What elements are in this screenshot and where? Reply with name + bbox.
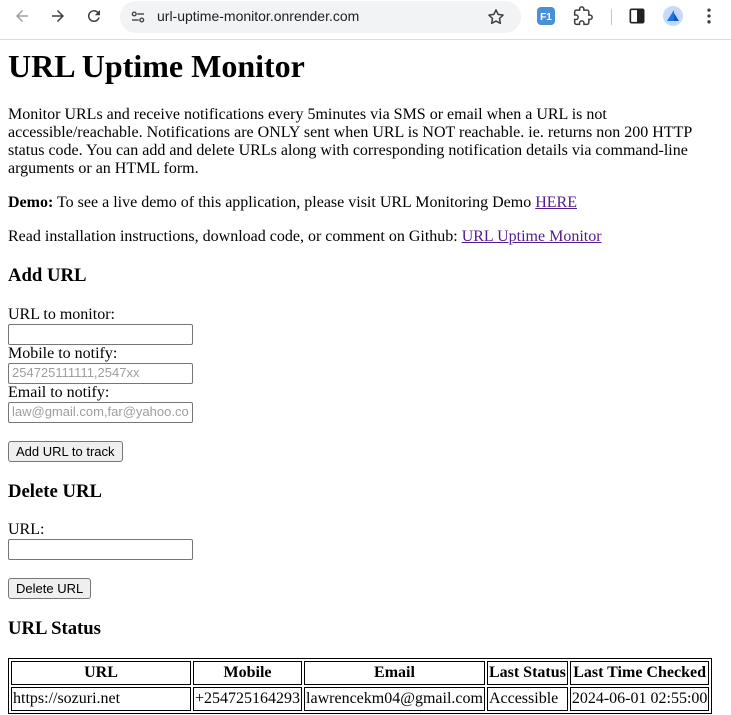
avatar [663,6,683,26]
url-status-heading: URL Status [8,618,101,639]
reload-button[interactable] [80,2,108,30]
arrow-right-icon [52,10,64,22]
extension-f1-icon: F1 [537,7,555,25]
cell-last-time-checked: 2024-06-01 02:55:00 [569,687,710,711]
toolbar-divider [611,9,612,25]
more-vert-icon [707,8,711,24]
github-paragraph: Read installation instructions, download… [8,228,708,246]
extension-f1-button[interactable]: F1 [535,5,557,27]
add-url-button[interactable]: Add URL to track [8,441,123,462]
puzzle-icon [573,6,593,26]
back-button[interactable] [8,2,36,30]
browser-toolbar: url-uptime-monitor.onrender.com F1 [0,0,731,40]
address-bar-url[interactable]: url-uptime-monitor.onrender.com [157,8,359,24]
cell-last-status: Accessible [486,687,568,711]
url-to-monitor-input[interactable] [8,324,193,345]
table-header-row: URL Mobile Email Last Status Last Time C… [11,661,710,685]
add-url-heading: Add URL [8,265,87,286]
demo-link[interactable]: HERE [535,194,577,211]
arrow-left-icon [16,10,28,22]
email-placeholder: law@gmail.com,far@yahoo.co [12,404,189,419]
extension-badge-text: F1 [540,12,552,23]
site-settings-icon[interactable] [129,8,147,26]
column-header-last-time-checked: Last Time Checked [569,661,710,685]
delete-url-label: URL: [8,521,45,538]
cell-email: lawrencekm04@gmail.com [304,687,485,711]
url-to-monitor-label: URL to monitor: [8,306,115,323]
email-to-notify-label: Email to notify: [8,384,110,401]
forward-button[interactable] [44,2,72,30]
profile-button[interactable] [662,5,684,27]
cell-mobile: +254725164293 [193,687,303,711]
column-header-email: Email [304,661,485,685]
email-to-notify-input[interactable]: law@gmail.com,far@yahoo.co [8,402,193,423]
reload-icon [87,10,100,23]
mobile-placeholder: 254725111111,2547xx [12,365,140,380]
column-header-url: URL [11,661,191,685]
url-status-table: URL Mobile Email Last Status Last Time C… [8,658,713,714]
column-header-mobile: Mobile [193,661,303,685]
cell-url: https://sozuri.net [11,687,191,711]
github-link[interactable]: URL Uptime Monitor [462,228,602,245]
delete-url-button[interactable]: Delete URL [8,578,92,599]
mobile-to-notify-input[interactable]: 254725111111,2547xx [8,363,193,384]
demo-text: To see a live demo of this application, … [53,194,536,211]
table-row: https://sozuri.net +254725164293 lawrenc… [11,687,710,711]
address-bar[interactable]: url-uptime-monitor.onrender.com [120,1,521,33]
delete-url-input[interactable] [8,539,193,560]
extensions-button[interactable] [572,5,594,27]
mobile-to-notify-label: Mobile to notify: [8,345,118,362]
column-header-last-status: Last Status [486,661,568,685]
demo-label: Demo: [8,194,54,211]
demo-paragraph: Demo: To see a live demo of this applica… [8,194,708,212]
side-panel-button[interactable] [626,5,648,27]
github-text: Read installation instructions, download… [8,228,462,245]
side-panel-icon [629,8,645,24]
page-title: URL Uptime Monitor [8,48,305,84]
delete-url-heading: Delete URL [8,481,102,502]
intro-paragraph: Monitor URLs and receive notifications e… [8,106,692,177]
bookmark-star-icon[interactable] [486,7,506,27]
browser-menu-button[interactable] [698,5,720,27]
